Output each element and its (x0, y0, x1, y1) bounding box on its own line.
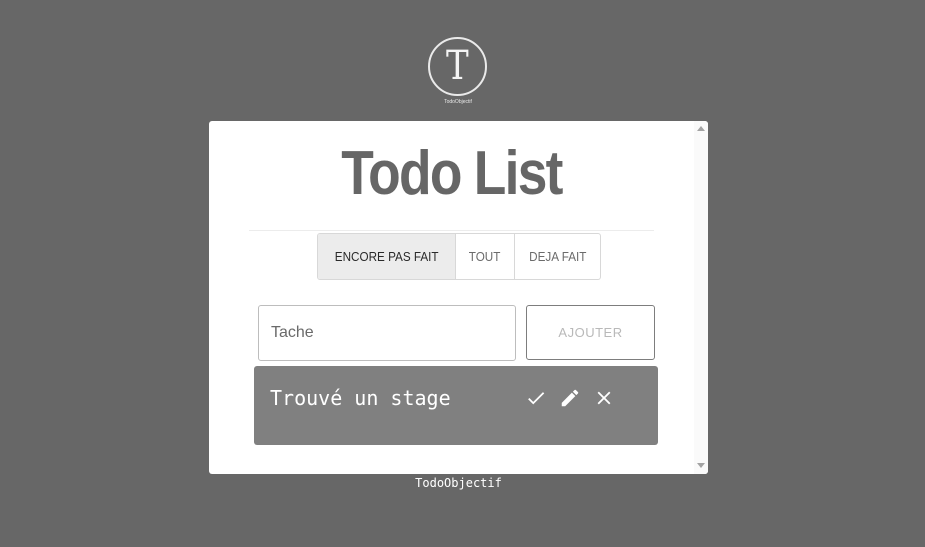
filter-tabs: ENCORE PAS FAIT TOUT DEJA FAIT (317, 233, 602, 280)
todo-item-actions (524, 386, 616, 410)
title-divider (249, 230, 654, 231)
todo-item: Trouvé un stage (254, 366, 658, 445)
logo-letter: T (446, 42, 469, 89)
scroll-down-arrow-icon[interactable] (697, 463, 705, 468)
tab-all-label: TOUT (469, 249, 501, 264)
logo-circle: T (428, 37, 487, 96)
tab-all[interactable]: TOUT (455, 234, 513, 279)
tab-not-done-label: ENCORE PAS FAIT (334, 249, 439, 264)
task-input[interactable] (258, 305, 516, 361)
tab-done-label: DEJA FAIT (528, 249, 586, 264)
tab-not-done[interactable]: ENCORE PAS FAIT (318, 234, 456, 279)
tab-done[interactable]: DEJA FAIT (513, 234, 601, 279)
scrollbar[interactable] (694, 121, 708, 474)
page-title: Todo List (341, 139, 563, 208)
logo-caption: TodoObjectif (444, 99, 472, 105)
edit-pencil-icon[interactable] (558, 386, 582, 410)
todo-item-text: Trouvé un stage (270, 386, 451, 410)
app-stage: T TodoObjectif Todo List ENCORE PAS FAIT… (0, 0, 925, 547)
add-button[interactable]: AJOUTER (526, 305, 655, 360)
delete-close-icon[interactable] (592, 386, 616, 410)
scroll-up-arrow-icon[interactable] (697, 126, 705, 131)
footer-brand: TodoObjectif (415, 476, 502, 490)
check-icon[interactable] (524, 386, 548, 410)
todo-card: Todo List ENCORE PAS FAIT TOUT DEJA FAIT… (209, 121, 708, 474)
